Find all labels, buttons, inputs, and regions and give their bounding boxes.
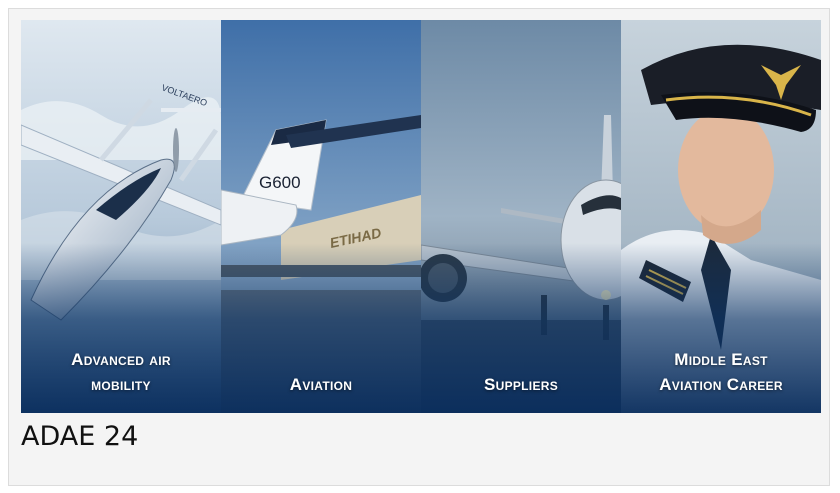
category-banner: VOLTAERO Advanced air mobility ETIHAD G6… [21,20,821,413]
tile-card[interactable]: VOLTAERO Advanced air mobility ETIHAD G6… [8,8,830,486]
panel-label-suppliers: Suppliers [483,375,559,394]
panel-label-aviation-career: Middle East Aviation Career [659,350,783,394]
panel-label-aviation: Aviation [289,375,353,394]
panel-aviation-career[interactable]: Middle East Aviation Career [621,20,821,413]
tile-caption[interactable]: ADAE 24 [21,421,138,452]
panel-suppliers[interactable]: Suppliers [421,20,621,413]
panel-advanced-air-mobility[interactable]: VOLTAERO Advanced air mobility [21,20,221,413]
tail-text: G600 [259,173,301,192]
panel-label-advanced-air-mobility: Advanced air mobility [71,350,171,394]
panel-aviation[interactable]: ETIHAD G600 Aviation [221,20,421,413]
